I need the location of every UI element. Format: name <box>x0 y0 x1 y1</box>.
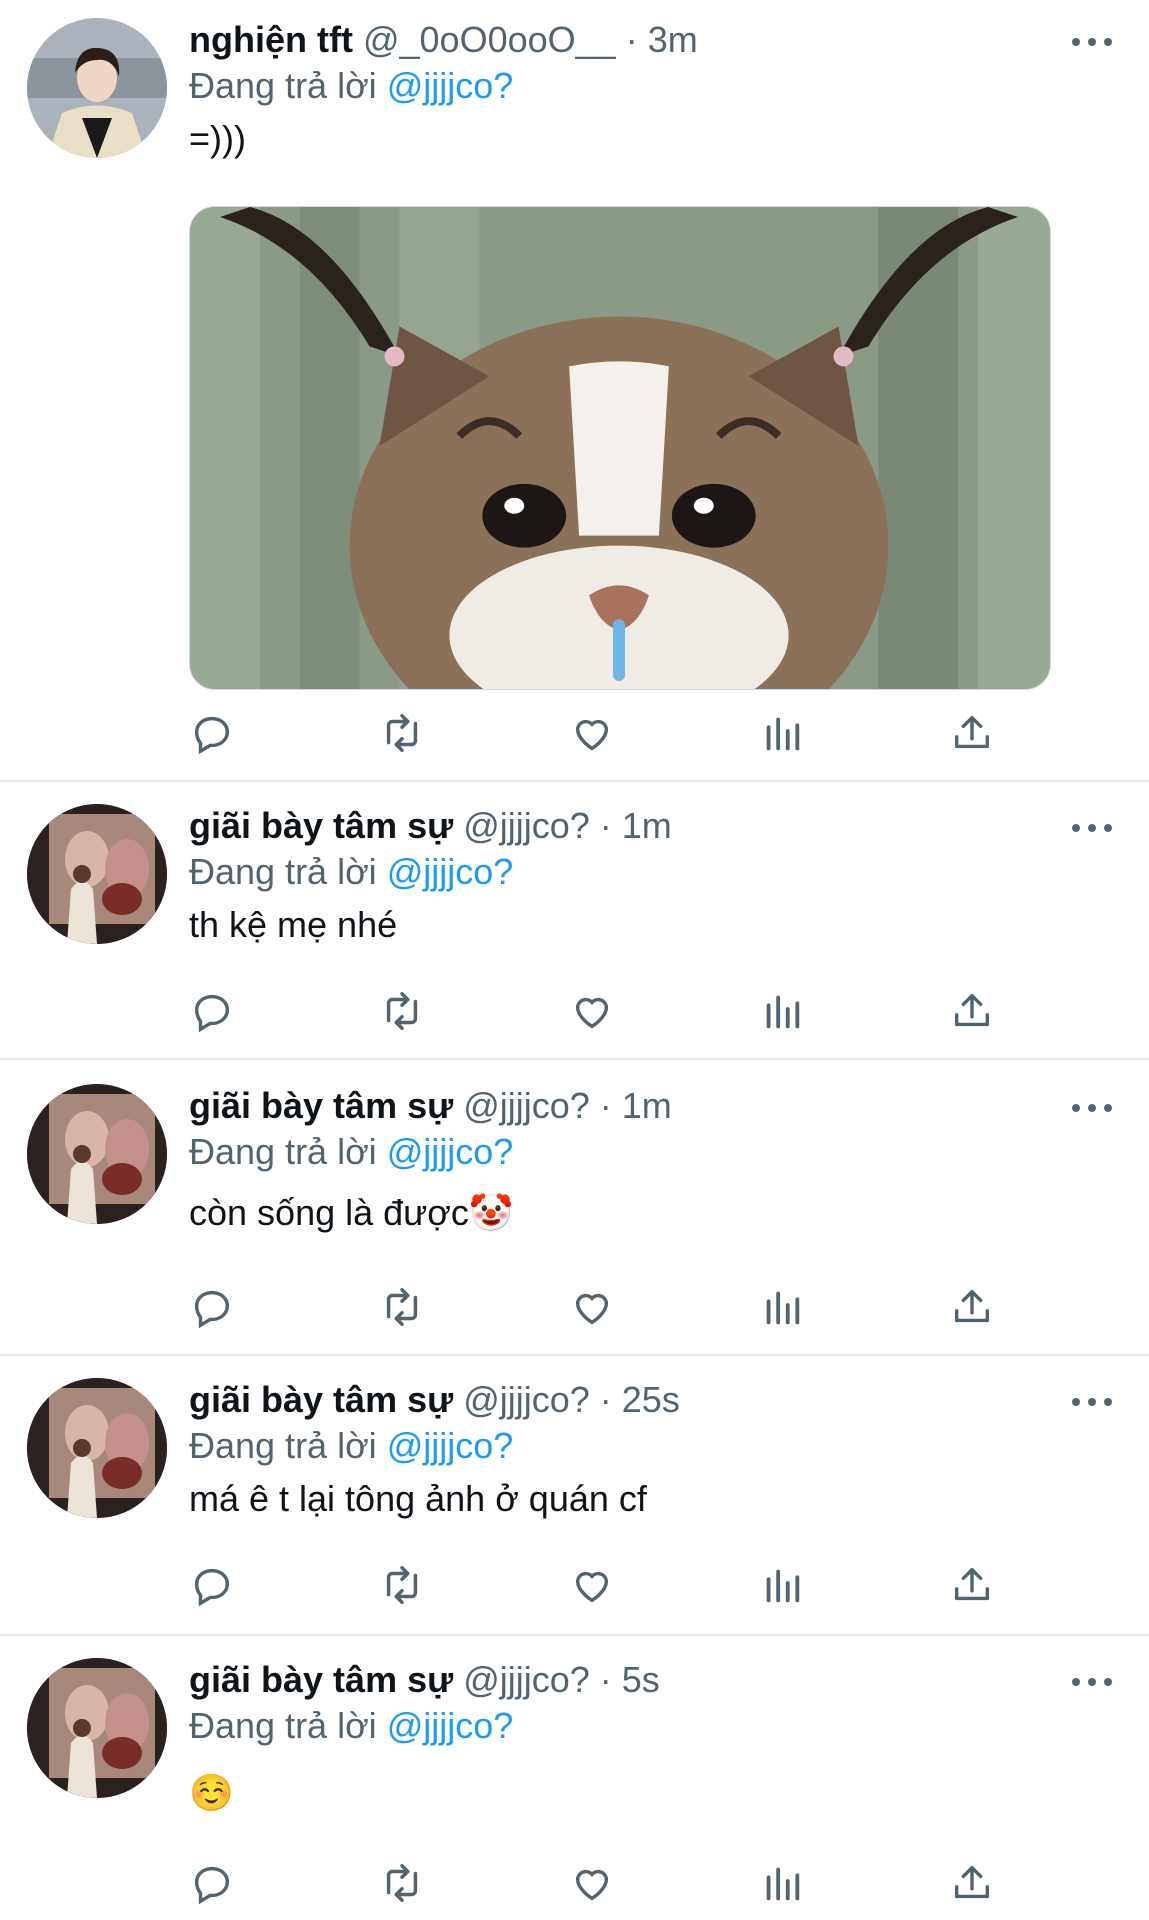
avatar[interactable] <box>27 804 167 944</box>
tweet[interactable]: giãi bày tâm sự @jjjjco? · 1m Đang trả l… <box>0 782 1149 1060</box>
handle[interactable]: @jjjjco? <box>463 1379 590 1420</box>
more-options-icon[interactable] <box>1072 1674 1112 1690</box>
timestamp[interactable]: · 1m <box>600 805 672 846</box>
reply-context: Đang trả lời @jjjjco? <box>189 62 1089 110</box>
handle[interactable]: @jjjjco? <box>463 1659 590 1700</box>
tweet-header: giãi bày tâm sự @jjjjco? · 1m <box>189 1084 1089 1128</box>
reply-mention[interactable]: @jjjjco? <box>387 851 514 892</box>
crying-cat-image[interactable] <box>189 206 1051 690</box>
tweet-actions <box>189 1562 1009 1612</box>
tweet-text: má ê t lại tông ảnh ở quán cf <box>189 1478 647 1519</box>
display-name[interactable]: giãi bày tâm sự <box>189 805 453 846</box>
handle[interactable]: @jjjjco? <box>463 1085 590 1126</box>
tweet-text: ☺️ <box>189 1772 234 1813</box>
share-icon[interactable] <box>949 710 999 760</box>
more-options-icon[interactable] <box>1072 1100 1112 1116</box>
reply-context: Đang trả lời @jjjjco? <box>189 1422 1089 1470</box>
reply-prefix: Đang trả lời <box>189 65 377 106</box>
analytics-icon[interactable] <box>759 1860 809 1910</box>
retweet-icon[interactable] <box>379 988 429 1038</box>
reply-icon[interactable] <box>189 988 239 1038</box>
like-icon[interactable] <box>569 1284 619 1334</box>
retweet-icon[interactable] <box>379 1562 429 1612</box>
like-icon[interactable] <box>569 1860 619 1910</box>
tweet[interactable]: giãi bày tâm sự @jjjjco? · 1m Đang trả l… <box>0 1060 1149 1356</box>
tweet[interactable]: giãi bày tâm sự @jjjjco? · 5s Đang trả l… <box>0 1636 1149 1920</box>
display-name[interactable]: giãi bày tâm sự <box>189 1379 453 1420</box>
tweet-header: giãi bày tâm sự @jjjjco? · 5s <box>189 1658 1089 1702</box>
tweet[interactable]: giãi bày tâm sự @jjjjco? · 25s Đang trả … <box>0 1356 1149 1636</box>
avatar[interactable] <box>27 18 167 158</box>
like-icon[interactable] <box>569 988 619 1038</box>
reply-prefix: Đang trả lời <box>189 1425 377 1466</box>
display-name[interactable]: nghiện tft <box>189 19 353 60</box>
timestamp[interactable]: · 1m <box>600 1085 672 1126</box>
share-icon[interactable] <box>949 1284 999 1334</box>
reply-mention[interactable]: @jjjjco? <box>387 65 514 106</box>
reply-mention[interactable]: @jjjjco? <box>387 1425 514 1466</box>
tweet-actions <box>189 1284 1009 1334</box>
timestamp[interactable]: · 5s <box>600 1659 660 1700</box>
reply-icon[interactable] <box>189 1860 239 1910</box>
tweet-actions <box>189 710 1009 760</box>
analytics-icon[interactable] <box>759 988 809 1038</box>
tweet-header: nghiện tft @_0oO0ooO__ · 3m <box>189 18 1089 62</box>
like-icon[interactable] <box>569 1562 619 1612</box>
handle[interactable]: @_0oO0ooO__ <box>363 19 616 60</box>
retweet-icon[interactable] <box>379 710 429 760</box>
tweet[interactable]: nghiện tft @_0oO0ooO__ · 3m Đang trả lời… <box>0 0 1149 782</box>
analytics-icon[interactable] <box>759 710 809 760</box>
tweet-text: =))) <box>189 118 246 159</box>
avatar[interactable] <box>27 1084 167 1224</box>
more-options-icon[interactable] <box>1072 820 1112 836</box>
more-options-icon[interactable] <box>1072 34 1112 50</box>
analytics-icon[interactable] <box>759 1562 809 1612</box>
reply-context: Đang trả lời @jjjjco? <box>189 1702 1089 1750</box>
timestamp[interactable]: · 25s <box>600 1379 680 1420</box>
display-name[interactable]: giãi bày tâm sự <box>189 1659 453 1700</box>
timestamp[interactable]: · 3m <box>626 19 698 60</box>
reply-mention[interactable]: @jjjjco? <box>387 1131 514 1172</box>
reply-mention[interactable]: @jjjjco? <box>387 1705 514 1746</box>
reply-icon[interactable] <box>189 1562 239 1612</box>
reply-context: Đang trả lời @jjjjco? <box>189 1128 1089 1176</box>
avatar[interactable] <box>27 1658 167 1798</box>
reply-prefix: Đang trả lời <box>189 1131 377 1172</box>
share-icon[interactable] <box>949 1860 999 1910</box>
tweet-header: giãi bày tâm sự @jjjjco? · 1m <box>189 804 1089 848</box>
retweet-icon[interactable] <box>379 1860 429 1910</box>
like-icon[interactable] <box>569 710 619 760</box>
avatar[interactable] <box>27 1378 167 1518</box>
retweet-icon[interactable] <box>379 1284 429 1334</box>
tweet-text: còn sống là được🤡 <box>189 1192 514 1233</box>
tweet-actions <box>189 988 1009 1038</box>
reply-prefix: Đang trả lời <box>189 851 377 892</box>
share-icon[interactable] <box>949 988 999 1038</box>
tweet-text: th kệ mẹ nhé <box>189 904 398 945</box>
more-options-icon[interactable] <box>1072 1394 1112 1410</box>
tweet-actions <box>189 1860 1009 1910</box>
reply-prefix: Đang trả lời <box>189 1705 377 1746</box>
handle[interactable]: @jjjjco? <box>463 805 590 846</box>
reply-icon[interactable] <box>189 1284 239 1334</box>
share-icon[interactable] <box>949 1562 999 1612</box>
display-name[interactable]: giãi bày tâm sự <box>189 1085 453 1126</box>
analytics-icon[interactable] <box>759 1284 809 1334</box>
reply-context: Đang trả lời @jjjjco? <box>189 848 1089 896</box>
reply-icon[interactable] <box>189 710 239 760</box>
tweet-header: giãi bày tâm sự @jjjjco? · 25s <box>189 1378 1089 1422</box>
tweet-feed: nghiện tft @_0oO0ooO__ · 3m Đang trả lời… <box>0 0 1149 1920</box>
